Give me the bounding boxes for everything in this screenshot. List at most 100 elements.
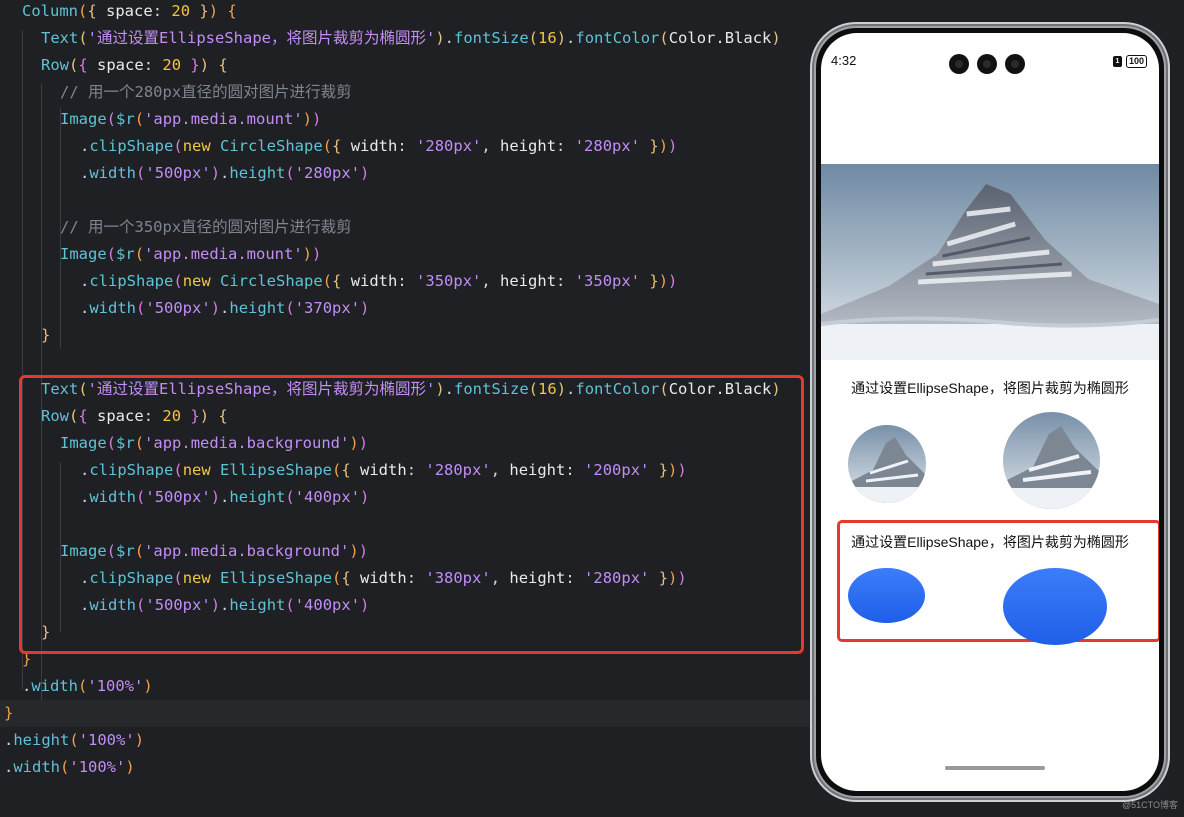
code-editor[interactable]: Column({ space: 20 }) {Text('通过设置Ellipse… (0, 0, 812, 817)
mountain-image (821, 164, 1159, 360)
battery-icon: 100 (1125, 55, 1147, 68)
code-token: { (332, 272, 351, 290)
code-token: . (566, 29, 576, 47)
code-token: Image (60, 110, 107, 128)
code-token: } (181, 56, 200, 74)
code-line[interactable]: } (0, 700, 812, 727)
code-token: ( (659, 29, 669, 47)
code-token: ) (556, 29, 567, 47)
code-token: fontSize (454, 29, 529, 47)
code-token: ( (106, 110, 117, 128)
code-token: . (80, 164, 90, 182)
code-token: . (220, 299, 230, 317)
code-token: '100%' (87, 677, 144, 695)
code-token: 'app.media.mount' (144, 245, 303, 263)
home-indicator[interactable] (945, 766, 1045, 770)
ellipse-clipped-image-large (1003, 568, 1107, 645)
code-token: CircleShape (220, 272, 323, 290)
code-line[interactable]: .clipShape(new CircleShape({ width: '280… (0, 133, 812, 160)
code-line[interactable]: // 用一个350px直径的圆对图片进行裁剪 (0, 214, 812, 241)
code-token: ( (322, 272, 333, 290)
code-line[interactable]: .clipShape(new CircleShape({ width: '350… (0, 268, 812, 295)
code-token: height (500, 137, 557, 155)
ellipse-clipped-image-small (848, 568, 925, 623)
code-line[interactable]: Text('通过设置EllipseShape，将图片裁剪为椭圆形').fontS… (0, 25, 812, 52)
code-token: width (350, 272, 398, 290)
code-line[interactable]: Image($r('app.media.mount')) (0, 106, 812, 133)
code-token: ( (136, 164, 146, 182)
code-token: ( (528, 29, 539, 47)
code-token: ) (208, 2, 219, 20)
code-token: // 用一个350px直径的圆对图片进行裁剪 (60, 218, 352, 236)
code-token: { (209, 56, 228, 74)
code-token: width (31, 677, 79, 695)
code-line[interactable]: Row({ space: 20 }) { (0, 52, 812, 79)
code-token: { (332, 137, 351, 155)
code-token: clipShape (89, 137, 174, 155)
code-token: ) (668, 272, 678, 290)
code-token: : (397, 272, 417, 290)
code-token: . (4, 758, 14, 776)
code-token: 16 (538, 29, 557, 47)
code-token: '280px' (416, 137, 482, 155)
code-line[interactable]: .width('500px').height('370px') (0, 295, 812, 322)
code-token: '100%' (78, 731, 135, 749)
code-token: width (89, 164, 137, 182)
code-line[interactable]: Image($r('app.media.mount')) (0, 241, 812, 268)
code-line[interactable] (0, 349, 812, 376)
code-token: '350px' (416, 272, 482, 290)
code-token: } (41, 326, 51, 344)
circle-clipped-image-small (848, 425, 926, 503)
code-line[interactable]: .width('500px').height('280px') (0, 160, 812, 187)
code-token: } (4, 704, 14, 722)
code-token: ( (69, 56, 79, 74)
code-line[interactable]: // 用一个280px直径的圆对图片进行裁剪 (0, 79, 812, 106)
code-token: height (13, 731, 70, 749)
code-token: ) (302, 110, 313, 128)
highlight-box (19, 375, 804, 654)
code-line[interactable]: } (0, 322, 812, 349)
code-token: . (80, 299, 90, 317)
code-token: ) (312, 110, 322, 128)
code-line[interactable] (0, 187, 812, 214)
code-token: ) (302, 245, 313, 263)
code-token: Image (60, 245, 107, 263)
code-token: ) (134, 731, 145, 749)
code-token: '280px' (294, 164, 361, 182)
code-token: ) (143, 677, 153, 695)
code-token: : (397, 137, 417, 155)
code-token: ( (322, 137, 333, 155)
phone-screen: 4:32 1 100 通过设置EllipseShape，将图片裁剪为椭圆形 通过… (821, 33, 1159, 791)
code-token: { (78, 56, 98, 74)
code-token: width (350, 137, 398, 155)
code-token: ) (312, 245, 322, 263)
camera-icon (1005, 54, 1025, 74)
code-token: ( (285, 299, 295, 317)
code-token: : (143, 56, 163, 74)
code-token: ( (78, 29, 88, 47)
code-token: '通过设置EllipseShape，将图片裁剪为椭圆形' (87, 29, 436, 47)
status-indicators: 1 100 (1112, 55, 1147, 68)
code-token: '280px' (574, 137, 641, 155)
caption-circle-demo: 通过设置EllipseShape，将图片裁剪为椭圆形 (851, 380, 1129, 396)
code-token: . (4, 731, 14, 749)
code-token: } (640, 272, 659, 290)
code-token: // 用一个280px直径的圆对图片进行裁剪 (60, 83, 352, 101)
code-line[interactable]: Column({ space: 20 }) { (0, 0, 812, 25)
code-token: ) (668, 137, 678, 155)
code-token: ) (771, 29, 781, 47)
code-token: $r (116, 245, 135, 263)
phone-bezel: 4:32 1 100 通过设置EllipseShape，将图片裁剪为椭圆形 通过… (816, 28, 1164, 796)
code-token: } (640, 137, 659, 155)
code-token: ( (134, 245, 145, 263)
code-token: ) (658, 272, 669, 290)
code-line[interactable]: .height('100%') (0, 727, 812, 754)
code-token: ) (210, 164, 221, 182)
code-token: width (89, 299, 137, 317)
code-token: ( (173, 137, 183, 155)
code-token: ) (125, 758, 135, 776)
code-line[interactable]: .width('100%') (0, 754, 812, 781)
code-token: . (444, 29, 455, 47)
code-line[interactable]: .width('100%') (0, 673, 812, 700)
code-token: { (218, 2, 237, 20)
